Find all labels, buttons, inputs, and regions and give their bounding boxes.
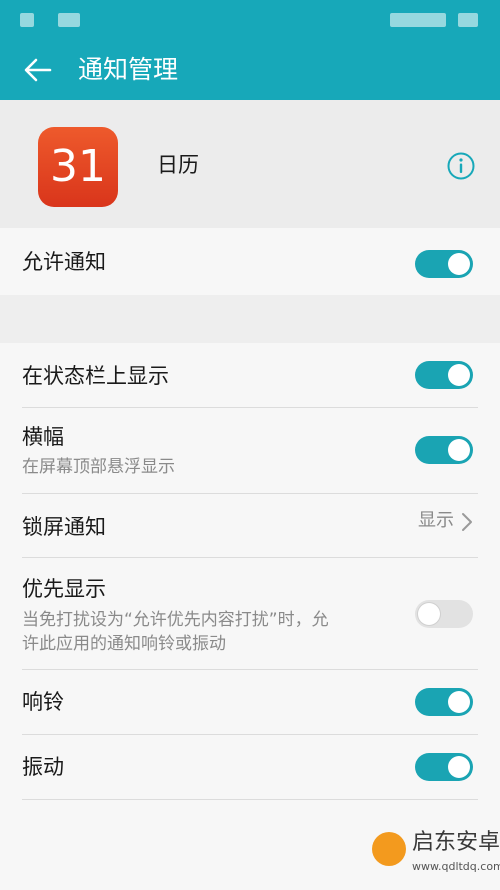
priority-description-line2: 许此应用的通知响铃或振动 [22,634,226,654]
lockscreen-notification-value: 显示 [418,510,454,531]
vibrate-label: 振动 [22,755,64,779]
toggle-knob [448,253,470,275]
signal-indicator [20,13,34,27]
arrow-left-icon[interactable] [22,54,54,86]
priority-display-toggle[interactable] [415,600,473,628]
network-indicator [58,13,80,27]
app-name: 日历 [157,153,199,177]
priority-display-label: 优先显示 [22,577,106,601]
toggle-knob [448,691,470,713]
priority-description-line1: 当免打扰设为“允许优先内容打扰”时，允 [22,610,329,630]
page-title: 通知管理 [78,55,179,84]
allow-notifications-label: 允许通知 [22,250,106,274]
watermark-url: www.qdltdq.com [412,860,500,873]
calendar-app-icon: 31 [38,127,118,207]
lockscreen-notification-row[interactable]: 锁屏通知 显示 [0,494,500,558]
status-icons [390,13,446,27]
banner-row[interactable]: 横幅 在屏幕顶部悬浮显示 [0,408,500,494]
app-info-header: 31 日历 [0,100,500,228]
ring-label: 响铃 [22,690,64,714]
banner-label: 横幅 [22,425,64,449]
status-bar [0,0,500,40]
lockscreen-notification-label: 锁屏通知 [22,515,106,539]
ring-row[interactable]: 响铃 [0,670,500,735]
toggle-knob [418,603,440,625]
allow-notifications-row[interactable]: 允许通知 [0,228,500,295]
toggle-knob [448,364,470,386]
priority-display-row[interactable]: 优先显示 当免打扰设为“允许优先内容打扰”时，允 许此应用的通知响铃或振动 [0,558,500,670]
statusbar-display-toggle[interactable] [415,361,473,389]
ring-toggle[interactable] [415,688,473,716]
watermark-logo-icon [372,832,406,866]
watermark-text: 启东安卓网 [412,830,500,855]
battery-indicator [458,13,478,27]
section-gap [0,295,500,343]
app-bar: 通知管理 [0,40,500,100]
allow-notifications-toggle[interactable] [415,250,473,278]
vibrate-row[interactable]: 振动 [0,735,500,800]
banner-toggle[interactable] [415,436,473,464]
statusbar-display-row[interactable]: 在状态栏上显示 [0,343,500,408]
toggle-knob [448,439,470,461]
toggle-knob [448,756,470,778]
watermark: 启东安卓网 www.qdltdq.com [370,826,500,890]
info-circle-icon[interactable] [446,151,476,181]
banner-description: 在屏幕顶部悬浮显示 [22,457,175,477]
divider [22,799,478,800]
vibrate-toggle[interactable] [415,753,473,781]
chevron-right-icon [462,513,472,531]
statusbar-display-label: 在状态栏上显示 [22,364,169,388]
